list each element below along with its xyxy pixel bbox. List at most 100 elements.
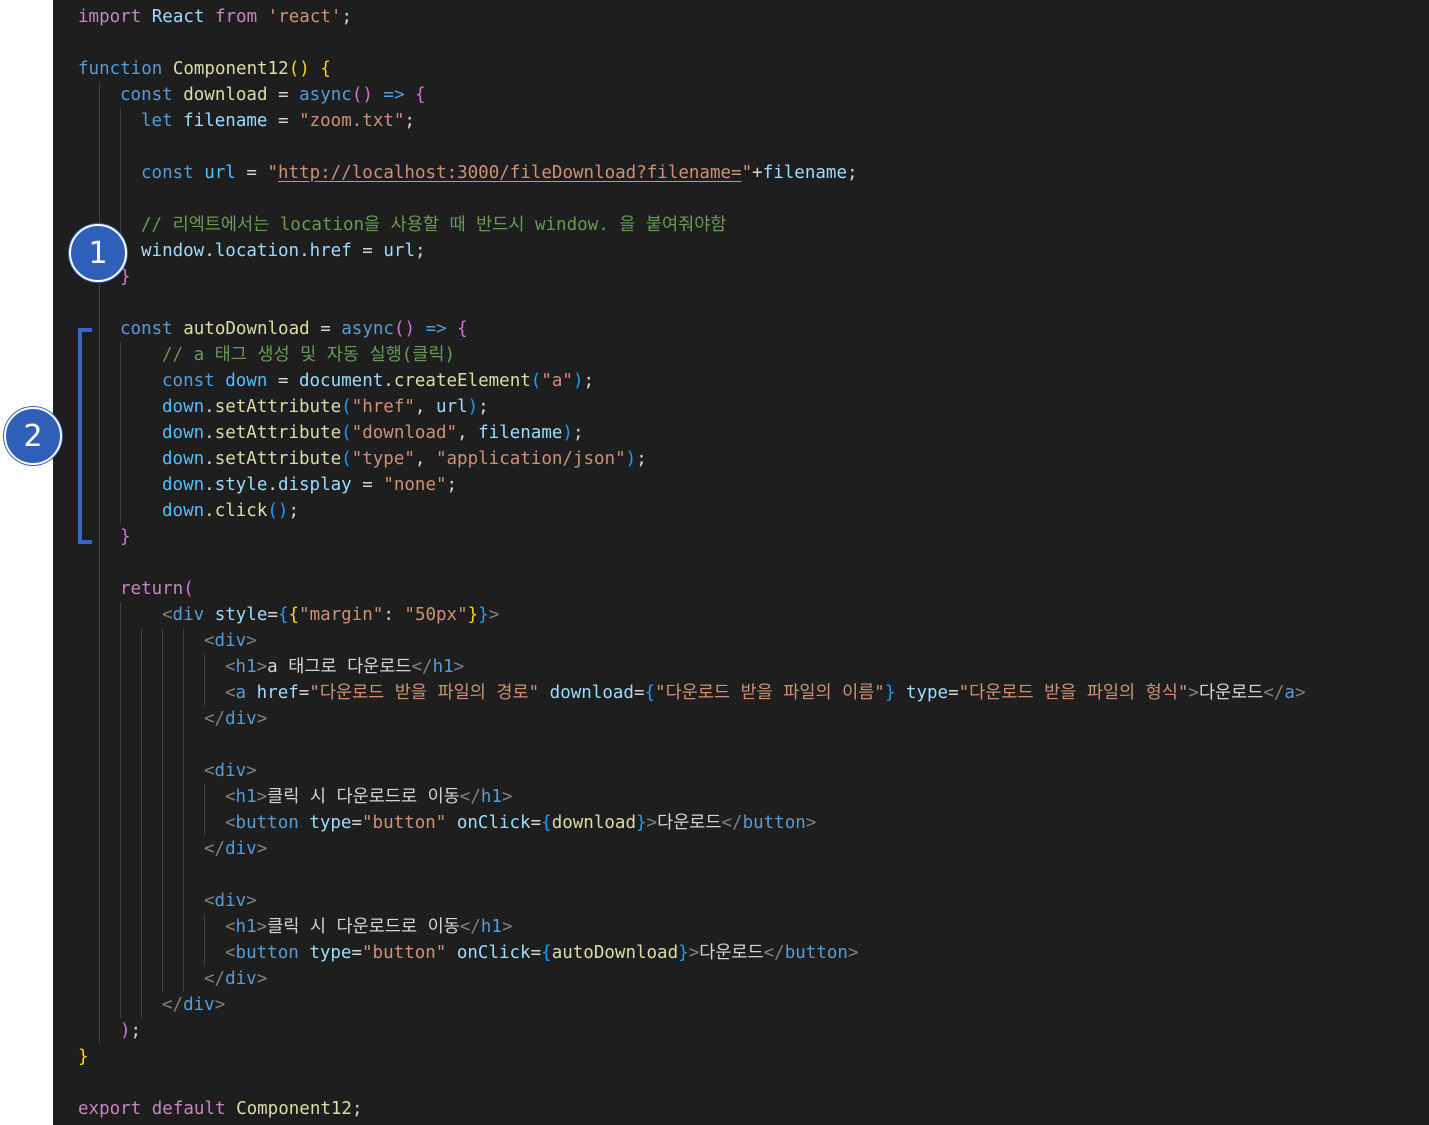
- code-token: .: [383, 371, 394, 391]
- code-token: download: [183, 85, 279, 105]
- code-token: return: [120, 579, 184, 599]
- code-token: <: [225, 683, 236, 703]
- code-editor[interactable]: import React from 'react'; function Compo…: [53, 0, 1429, 1125]
- code-token: style: [214, 475, 268, 495]
- code-token: ;: [846, 163, 858, 183]
- code-token: "none": [383, 475, 447, 495]
- code-token: 클릭 시 다운로드로 이동: [267, 917, 460, 937]
- code-token: "다운로드 받을 파일의 경로": [309, 683, 550, 703]
- code-token: >: [453, 657, 465, 677]
- code-line: const download = async() => {: [120, 82, 426, 108]
- code-token: createElement: [393, 371, 531, 391]
- code-token: "href": [351, 397, 415, 417]
- code-line: // 리엑트에서는 location을 사용할 때 반드시 window. 을 …: [141, 212, 726, 238]
- code-token: download: [551, 813, 636, 833]
- code-token: href: [309, 241, 363, 261]
- code-token: >: [246, 631, 257, 651]
- code-token: autoDownload: [551, 943, 679, 963]
- code-line: const autoDownload = async() => {: [120, 316, 468, 342]
- code-token: h1: [235, 657, 257, 677]
- code-token: =: [267, 605, 278, 625]
- code-token: async: [299, 85, 352, 105]
- code-token: (: [341, 449, 352, 469]
- code-token: }: [678, 943, 689, 963]
- code-token: (): [393, 319, 426, 339]
- code-token: a: [1284, 683, 1295, 703]
- code-token: {: [541, 943, 552, 963]
- code-token: (: [341, 423, 352, 443]
- code-line: down.setAttribute("href", url);: [162, 394, 489, 420]
- code-token: setAttribute: [214, 397, 342, 417]
- indent-guide: [162, 628, 163, 992]
- code-token: =>: [425, 319, 458, 339]
- annotation-marker-1: 1: [69, 224, 127, 282]
- code-token: h1: [480, 917, 502, 937]
- code-token: =: [278, 85, 300, 105]
- code-token: 'react': [267, 7, 342, 27]
- code-token: setAttribute: [214, 423, 342, 443]
- code-token: "다운로드 받을 파일의 형식": [958, 683, 1189, 703]
- code-line: // a 태그 생성 및 자동 실행(클릭): [162, 342, 455, 368]
- code-token: document: [298, 371, 384, 391]
- code-token: >: [256, 969, 268, 989]
- code-token: .: [204, 449, 215, 469]
- code-line: const down = document.createElement("a")…: [162, 368, 594, 394]
- code-token: down: [162, 475, 205, 495]
- code-token: down: [162, 449, 205, 469]
- code-token: down: [225, 371, 278, 391]
- code-token: a 태그로 다운로드: [267, 657, 412, 677]
- code-token: {: [457, 319, 468, 339]
- code-token: 다운로드: [1198, 683, 1264, 703]
- code-line: const url = "http://localhost:3000/fileD…: [141, 160, 858, 186]
- code-token: }: [120, 527, 131, 547]
- code-token: }: [884, 683, 906, 703]
- code-line: );: [120, 1018, 141, 1044]
- annotation-bracket: [78, 328, 92, 544]
- code-token: ;: [572, 423, 584, 443]
- code-token: </: [411, 657, 433, 677]
- code-token: display: [277, 475, 363, 495]
- code-line: </div>: [204, 966, 267, 992]
- code-token: let: [141, 111, 184, 131]
- code-token: (: [183, 579, 194, 599]
- code-token: down: [162, 423, 205, 443]
- code-token: </: [459, 787, 481, 807]
- indent-guide: [141, 628, 142, 1018]
- code-line: <h1>클릭 시 다운로드로 이동</h1>: [225, 914, 512, 940]
- code-token: h1: [235, 917, 257, 937]
- code-token: >: [246, 891, 257, 911]
- code-token: >: [501, 917, 513, 937]
- code-token: type: [309, 813, 352, 833]
- code-token: ): [467, 397, 479, 417]
- code-token: const: [120, 319, 184, 339]
- code-token: default: [151, 1099, 237, 1119]
- code-token: .: [299, 241, 310, 261]
- code-token: button: [742, 813, 806, 833]
- code-line: let filename = "zoom.txt";: [141, 108, 415, 134]
- code-token: button: [235, 813, 310, 833]
- code-line: <div style={{"margin": "50px"}}>: [162, 602, 499, 628]
- code-token: (): [288, 59, 321, 79]
- code-token: div: [225, 969, 257, 989]
- indent-guide: [204, 654, 205, 706]
- code-token: const: [120, 85, 184, 105]
- code-token: filename: [183, 111, 278, 131]
- code-token: href: [256, 683, 299, 703]
- code-token: =: [530, 943, 542, 963]
- code-token: <: [225, 657, 236, 677]
- code-token: ): [562, 423, 573, 443]
- code-line: down.setAttribute("download", filename);: [162, 420, 584, 446]
- code-token: const: [162, 371, 226, 391]
- code-line: down.setAttribute("type", "application/j…: [162, 446, 647, 472]
- code-token: onClick: [456, 813, 531, 833]
- code-line: <button type="button" onClick={autoDownl…: [225, 940, 858, 966]
- code-token: "zoom.txt": [299, 111, 405, 131]
- code-token: ;: [446, 475, 458, 495]
- code-token: autoDownload: [183, 319, 321, 339]
- code-line: return(: [120, 576, 194, 602]
- code-token: =: [948, 683, 959, 703]
- code-token: }: [478, 605, 489, 625]
- code-token: {: [644, 683, 656, 703]
- code-token: </: [204, 969, 226, 989]
- code-token: {: [288, 605, 300, 625]
